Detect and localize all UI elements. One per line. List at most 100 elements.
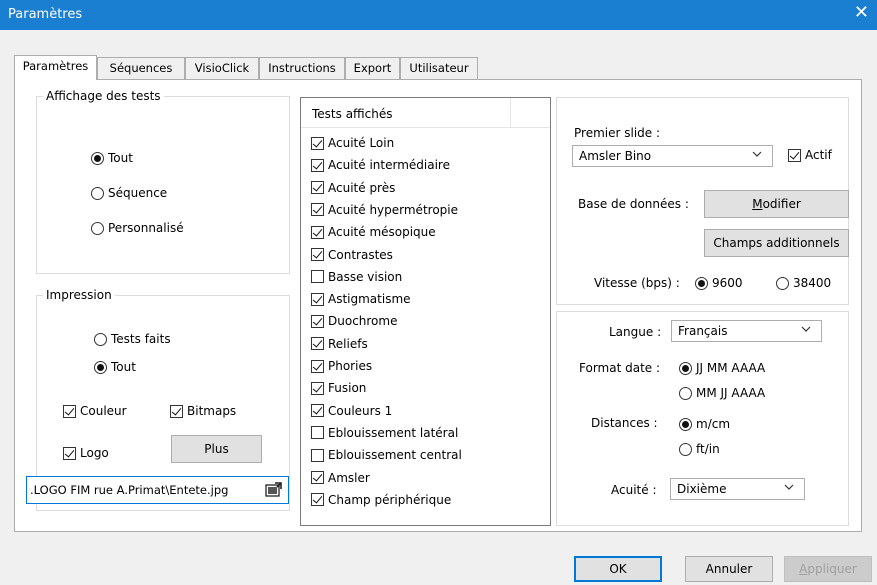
radio-affichage-sequence[interactable]: Séquence bbox=[91, 186, 167, 200]
ok-button[interactable]: OK bbox=[574, 556, 662, 582]
tab-instructions[interactable]: Instructions bbox=[259, 57, 345, 79]
checkbox[interactable] bbox=[311, 225, 324, 239]
checkbox[interactable] bbox=[311, 426, 324, 440]
test-list-item[interactable]: Fusion bbox=[311, 381, 366, 395]
tab-utilisateur[interactable]: Utilisateur bbox=[400, 57, 478, 79]
radio-dot[interactable] bbox=[91, 151, 104, 165]
appliquer-button[interactable]: Appliquer bbox=[784, 556, 872, 582]
checkbox[interactable] bbox=[311, 493, 324, 507]
checkbox[interactable] bbox=[311, 404, 324, 418]
check-label: Logo bbox=[80, 446, 109, 460]
test-list-item[interactable]: Amsler bbox=[311, 471, 370, 485]
tests-list[interactable]: Tests affichés Acuité Loin Acuité intermé… bbox=[300, 97, 551, 526]
test-item-label: Eblouissement latéral bbox=[328, 425, 459, 440]
modifier-rest: odifier bbox=[762, 197, 801, 211]
test-list-item[interactable]: Eblouissement central bbox=[311, 448, 462, 462]
radio-impression-tests-faits[interactable]: Tests faits bbox=[94, 332, 171, 346]
radio-dot[interactable] bbox=[695, 276, 708, 290]
radio-vitesse-38400[interactable]: 38400 bbox=[776, 276, 831, 290]
radio-distances-ftin[interactable]: ft/in bbox=[679, 442, 720, 456]
radio-dot[interactable] bbox=[94, 360, 107, 374]
checkbox[interactable] bbox=[311, 381, 324, 395]
radio-dot[interactable] bbox=[94, 332, 107, 346]
test-list-item[interactable]: Champ périphérique bbox=[311, 493, 451, 507]
test-list-item[interactable]: Eblouissement latéral bbox=[311, 426, 458, 440]
logo-file-field[interactable]: .LOGO FIM rue A.Primat\Entete.jpg bbox=[26, 476, 289, 504]
test-item-label: Reliefs bbox=[328, 336, 368, 351]
tab-panel: Affichage des tests Tout Séquence Person… bbox=[14, 79, 862, 532]
folder-picture-icon[interactable] bbox=[265, 481, 283, 499]
test-list-item[interactable]: Couleurs 1 bbox=[311, 404, 392, 418]
check-couleur[interactable]: Couleur bbox=[63, 404, 127, 418]
test-item-label: Contrastes bbox=[328, 247, 393, 262]
test-list-item[interactable]: Acuité intermédiaire bbox=[311, 158, 450, 172]
checkbox[interactable] bbox=[311, 471, 324, 484]
test-list-item[interactable]: Astigmatisme bbox=[311, 292, 411, 306]
radio-dot[interactable] bbox=[91, 186, 104, 200]
radio-label: Tout bbox=[111, 360, 136, 374]
champs-additionnels-button[interactable]: Champs additionnels bbox=[704, 229, 849, 257]
acuite-select[interactable]: Dixième bbox=[670, 478, 805, 500]
radio-affichage-tout[interactable]: Tout bbox=[91, 151, 133, 165]
tab-parametres[interactable]: Paramètres bbox=[14, 55, 97, 80]
check-actif[interactable]: Actif bbox=[788, 148, 832, 162]
close-icon[interactable]: ✕ bbox=[854, 3, 869, 23]
test-item-label: Eblouissement central bbox=[328, 448, 462, 463]
premier-slide-select[interactable]: Amsler Bino bbox=[572, 145, 773, 167]
affichage-group bbox=[36, 96, 290, 274]
checkbox[interactable] bbox=[63, 404, 76, 418]
check-bitmaps[interactable]: Bitmaps bbox=[170, 404, 236, 418]
logo-file-path: .LOGO FIM rue A.Primat\Entete.jpg bbox=[30, 483, 229, 497]
langue-label: Langue : bbox=[609, 325, 662, 339]
appliquer-rest: ppliquer bbox=[807, 562, 857, 576]
base-donnees-label: Base de données : bbox=[578, 197, 689, 211]
checkbox[interactable] bbox=[311, 359, 324, 373]
test-list-item[interactable]: Basse vision bbox=[311, 270, 402, 284]
radio-label: Tout bbox=[108, 151, 133, 165]
plus-button[interactable]: Plus bbox=[171, 435, 262, 463]
tab-sequences[interactable]: Séquences bbox=[97, 57, 185, 79]
radio-dot[interactable] bbox=[679, 417, 692, 431]
check-logo[interactable]: Logo bbox=[63, 446, 109, 460]
checkbox[interactable] bbox=[311, 158, 324, 172]
modifier-button[interactable]: Modifier bbox=[704, 190, 849, 218]
chevron-down-icon bbox=[752, 151, 762, 157]
tab-visioclick[interactable]: VisioClick bbox=[185, 57, 259, 79]
tab-export[interactable]: Export bbox=[345, 57, 400, 79]
langue-select[interactable]: Français bbox=[671, 320, 822, 342]
modifier-accel: M bbox=[752, 197, 763, 211]
radio-dot[interactable] bbox=[679, 386, 692, 400]
radio-dot[interactable] bbox=[91, 221, 104, 235]
checkbox[interactable] bbox=[311, 203, 324, 217]
test-list-item[interactable]: Contrastes bbox=[311, 248, 393, 262]
radio-impression-tout[interactable]: Tout bbox=[94, 360, 136, 374]
checkbox[interactable] bbox=[311, 136, 324, 150]
checkbox[interactable] bbox=[63, 446, 76, 460]
checkbox[interactable] bbox=[311, 248, 324, 261]
test-list-item[interactable]: Acuité hypermétropie bbox=[311, 203, 458, 217]
test-list-item[interactable]: Acuité près bbox=[311, 181, 395, 195]
radio-distances-mcm[interactable]: m/cm bbox=[679, 417, 730, 431]
checkbox[interactable] bbox=[311, 292, 324, 306]
radio-dot[interactable] bbox=[679, 361, 692, 375]
checkbox[interactable] bbox=[311, 314, 324, 328]
checkbox[interactable] bbox=[311, 181, 324, 195]
radio-dot[interactable] bbox=[679, 442, 692, 456]
annuler-button[interactable]: Annuler bbox=[685, 556, 773, 582]
checkbox[interactable] bbox=[311, 337, 324, 351]
checkbox[interactable] bbox=[311, 448, 324, 462]
radio-format-mmjjaaaa[interactable]: MM JJ AAAA bbox=[679, 386, 765, 400]
radio-format-jjmmaaaa[interactable]: JJ MM AAAA bbox=[679, 361, 765, 375]
checkbox[interactable] bbox=[170, 404, 183, 418]
checkbox[interactable] bbox=[311, 270, 324, 284]
test-list-item[interactable]: Reliefs bbox=[311, 337, 368, 351]
test-list-item[interactable]: Duochrome bbox=[311, 314, 397, 328]
radio-label: Séquence bbox=[108, 186, 168, 200]
radio-dot[interactable] bbox=[776, 276, 789, 290]
radio-affichage-personnalise[interactable]: Personnalisé bbox=[91, 221, 184, 235]
test-list-item[interactable]: Phories bbox=[311, 359, 372, 373]
test-list-item[interactable]: Acuité mésopique bbox=[311, 225, 436, 239]
test-list-item[interactable]: Acuité Loin bbox=[311, 136, 394, 150]
radio-vitesse-9600[interactable]: 9600 bbox=[695, 276, 743, 290]
checkbox[interactable] bbox=[788, 148, 801, 162]
